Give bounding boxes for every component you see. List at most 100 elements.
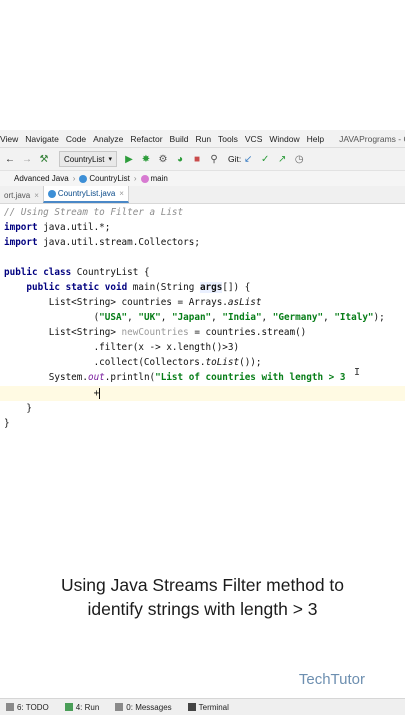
code-text: ,	[127, 312, 139, 323]
todo-tool-button[interactable]: 6: TODO	[6, 703, 49, 712]
code-text: = countries.stream()	[188, 327, 307, 338]
project-title: JAVAPrograms - Co	[339, 133, 405, 144]
keyword: import	[4, 222, 38, 233]
coverage-icon[interactable]: ⚙	[156, 154, 170, 165]
code-text: .filter(x -> x.length()>3)	[93, 342, 240, 353]
run-tool-button[interactable]: 4: Run	[64, 703, 99, 712]
keyword: import	[4, 237, 38, 248]
code-text: ,	[261, 312, 273, 323]
comment: // Using Stream to Filter a List	[4, 207, 184, 218]
tab-countrylist[interactable]: CountryList.java ×	[42, 186, 129, 203]
code-text: ,	[211, 312, 223, 323]
method-call: asList	[227, 297, 262, 308]
run-config-select[interactable]: CountryList ▾	[59, 151, 117, 167]
search-everywhere-icon[interactable]: ⚲	[207, 154, 221, 165]
keyword: public	[26, 282, 60, 293]
code-text: ,	[160, 312, 172, 323]
toolbar: ← → ⚒ CountryList ▾ ▶ ✸ ⚙ ◕ ■ ⚲ Git: ↙ ✓…	[0, 147, 405, 170]
back-arrow-icon[interactable]: ←	[3, 154, 17, 165]
menu-tools[interactable]: Tools	[218, 134, 238, 144]
git-update-icon[interactable]: ↙	[241, 154, 255, 165]
tool-window-bar: 6: TODO 4: Run 0: Messages Terminal	[0, 698, 405, 715]
menu-run[interactable]: Run	[195, 134, 211, 144]
run-icon[interactable]: ▶	[122, 154, 136, 165]
menu-analyze[interactable]: Analyze	[93, 134, 123, 144]
unused-variable: newCountries	[121, 327, 189, 338]
git-commit-icon[interactable]: ✓	[258, 154, 272, 165]
keyword: public	[4, 267, 38, 278]
code-line: }	[4, 416, 10, 431]
video-caption: Using Java Streams Filter method to iden…	[0, 573, 405, 621]
breadcrumb-method[interactable]: main	[151, 174, 168, 183]
code-editor[interactable]: // Using Stream to Filter a List import …	[0, 205, 405, 435]
string-literal: "UK"	[138, 312, 161, 323]
keyword: static	[65, 282, 100, 293]
method-icon	[140, 174, 149, 183]
code-line: public static void main(String args[]) {	[4, 280, 250, 295]
menu-vcs[interactable]: VCS	[245, 134, 262, 144]
code-text: }	[26, 403, 32, 414]
forward-arrow-icon[interactable]: →	[20, 154, 34, 165]
string-literal: "Japan"	[171, 312, 212, 323]
code-text: ());	[239, 357, 262, 368]
code-line: System.out.println("List of countries wi…	[4, 370, 346, 385]
code-text: ,	[323, 312, 335, 323]
code-text: List<String> countries = Arrays.	[48, 297, 228, 308]
code-line: import java.util.stream.Collectors;	[4, 235, 200, 250]
stop-icon[interactable]: ■	[190, 154, 204, 165]
breadcrumb-class[interactable]: CountryList	[89, 174, 129, 183]
close-icon[interactable]: ×	[119, 189, 124, 198]
method-call: toList	[205, 357, 240, 368]
profile-icon[interactable]: ◕	[173, 154, 187, 165]
menu-window[interactable]: Window	[269, 134, 299, 144]
menu-navigate[interactable]: Navigate	[25, 134, 59, 144]
tab-label: CountryList.java	[57, 189, 116, 198]
code-line: // Using Stream to Filter a List	[4, 205, 183, 220]
code-text: main(String	[127, 282, 200, 293]
menu-build[interactable]: Build	[170, 134, 189, 144]
breadcrumb-folder[interactable]: Advanced Java	[14, 174, 69, 183]
menu-code[interactable]: Code	[66, 134, 86, 144]
terminal-icon	[187, 703, 196, 711]
todo-label: 6: TODO	[17, 702, 49, 712]
caption-line-1: Using Java Streams Filter method to	[60, 575, 345, 595]
tab-previous-file[interactable]: ort.java ×	[0, 188, 43, 203]
editor-tabs: ort.java × CountryList.java ×	[0, 186, 405, 204]
build-hammer-icon[interactable]: ⚒	[37, 154, 51, 165]
static-field: out	[87, 372, 105, 383]
close-icon[interactable]: ×	[34, 191, 39, 200]
string-literal: "India"	[222, 312, 262, 323]
code-line: List<String> countries = Arrays.asList	[4, 295, 262, 310]
code-line: ("USA", "UK", "Japan", "India", "Germany…	[4, 310, 385, 325]
string-literal: "List of countries with length > 3	[155, 372, 346, 383]
code-line: +	[4, 386, 101, 401]
git-label: Git:	[227, 154, 242, 164]
debug-bug-icon[interactable]: ✸	[139, 154, 153, 165]
git-push-icon[interactable]: ↗	[275, 154, 289, 165]
code-line: .collect(Collectors.toList());	[4, 355, 262, 370]
run-config-label: CountryList	[64, 154, 105, 164]
code-text: }	[4, 418, 10, 429]
code-line: import java.util.*;	[4, 220, 110, 235]
menu-refactor[interactable]: Refactor	[130, 134, 162, 144]
code-line: .filter(x -> x.length()>3)	[4, 340, 240, 355]
breadcrumb-separator-icon: ›	[72, 174, 76, 183]
text-caret	[99, 388, 101, 399]
parameter: args	[199, 282, 223, 293]
breadcrumb-separator-icon: ›	[133, 174, 137, 183]
history-clock-icon[interactable]: ◷	[292, 154, 306, 165]
menu-help[interactable]: Help	[307, 134, 324, 144]
menu-view[interactable]: View	[0, 134, 18, 144]
code-text: CountryList {	[71, 267, 150, 278]
code-line: }	[4, 401, 32, 416]
code-text: .collect(Collectors.	[93, 357, 206, 368]
code-text: java.util.stream.Collectors;	[37, 237, 200, 248]
code-line: List<String> newCountries = countries.st…	[4, 325, 306, 340]
code-text: );	[373, 312, 385, 323]
messages-tool-button[interactable]: 0: Messages	[115, 703, 172, 712]
string-literal: "Italy"	[334, 312, 374, 323]
code-text: System.	[48, 372, 88, 383]
terminal-tool-button[interactable]: Terminal	[187, 702, 229, 712]
terminal-label: Terminal	[198, 702, 229, 712]
code-text: []) {	[222, 282, 251, 293]
